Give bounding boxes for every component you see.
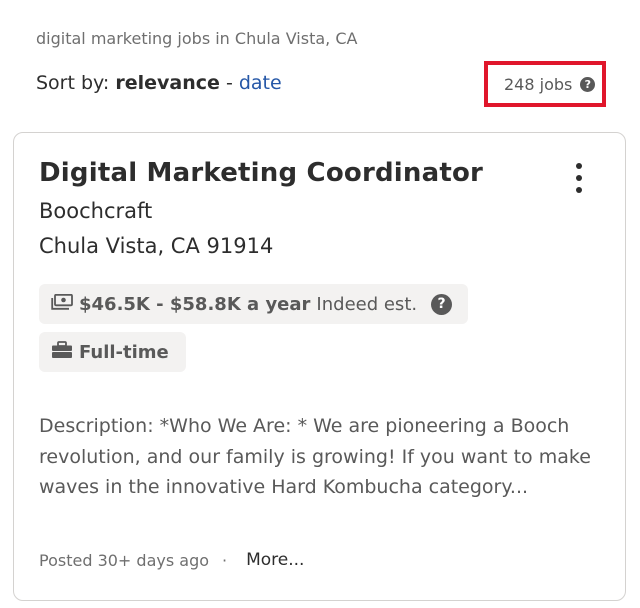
kebab-dot <box>576 163 582 169</box>
salary-chip: $46.5K - $58.8K a year Indeed est. ? <box>39 284 468 324</box>
salary-estimate-note: Indeed est. <box>316 293 418 315</box>
kebab-dot <box>576 175 582 181</box>
dot-separator: · <box>222 550 228 570</box>
salary-range: $46.5K - $58.8K a year <box>79 293 311 315</box>
more-options-icon[interactable] <box>572 163 586 193</box>
sort-option-relevance: relevance <box>115 72 220 94</box>
more-link[interactable]: More... <box>246 550 304 570</box>
money-icon <box>51 293 73 315</box>
help-icon[interactable]: ? <box>580 76 596 92</box>
help-icon[interactable]: ? <box>431 293 453 315</box>
search-query-text: digital marketing jobs in Chula Vista, C… <box>36 29 358 48</box>
job-description: Description: *Who We Are: * We are pione… <box>39 415 591 498</box>
company-name: Boochcraft <box>39 199 153 223</box>
job-location: Chula Vista, CA 91914 <box>39 234 274 258</box>
job-card-footer: Posted 30+ days ago · More... <box>39 550 304 570</box>
sort-row: Sort by: relevance - date <box>36 72 282 94</box>
briefcase-icon <box>51 340 73 364</box>
sort-label: Sort by: <box>36 72 110 94</box>
sort-option-date-link[interactable]: date <box>239 72 282 94</box>
posted-date: Posted 30+ days ago <box>39 550 210 570</box>
kebab-dot <box>576 187 582 193</box>
job-card[interactable]: Digital Marketing Coordinator Boochcraft… <box>13 132 626 601</box>
job-type-chip: Full-time <box>39 332 186 372</box>
job-count-highlight: 248 jobs ? <box>484 61 606 107</box>
sort-separator: - <box>219 72 239 94</box>
job-count: 248 jobs <box>504 74 573 94</box>
job-type: Full-time <box>79 341 169 363</box>
job-title[interactable]: Digital Marketing Coordinator <box>39 158 483 188</box>
